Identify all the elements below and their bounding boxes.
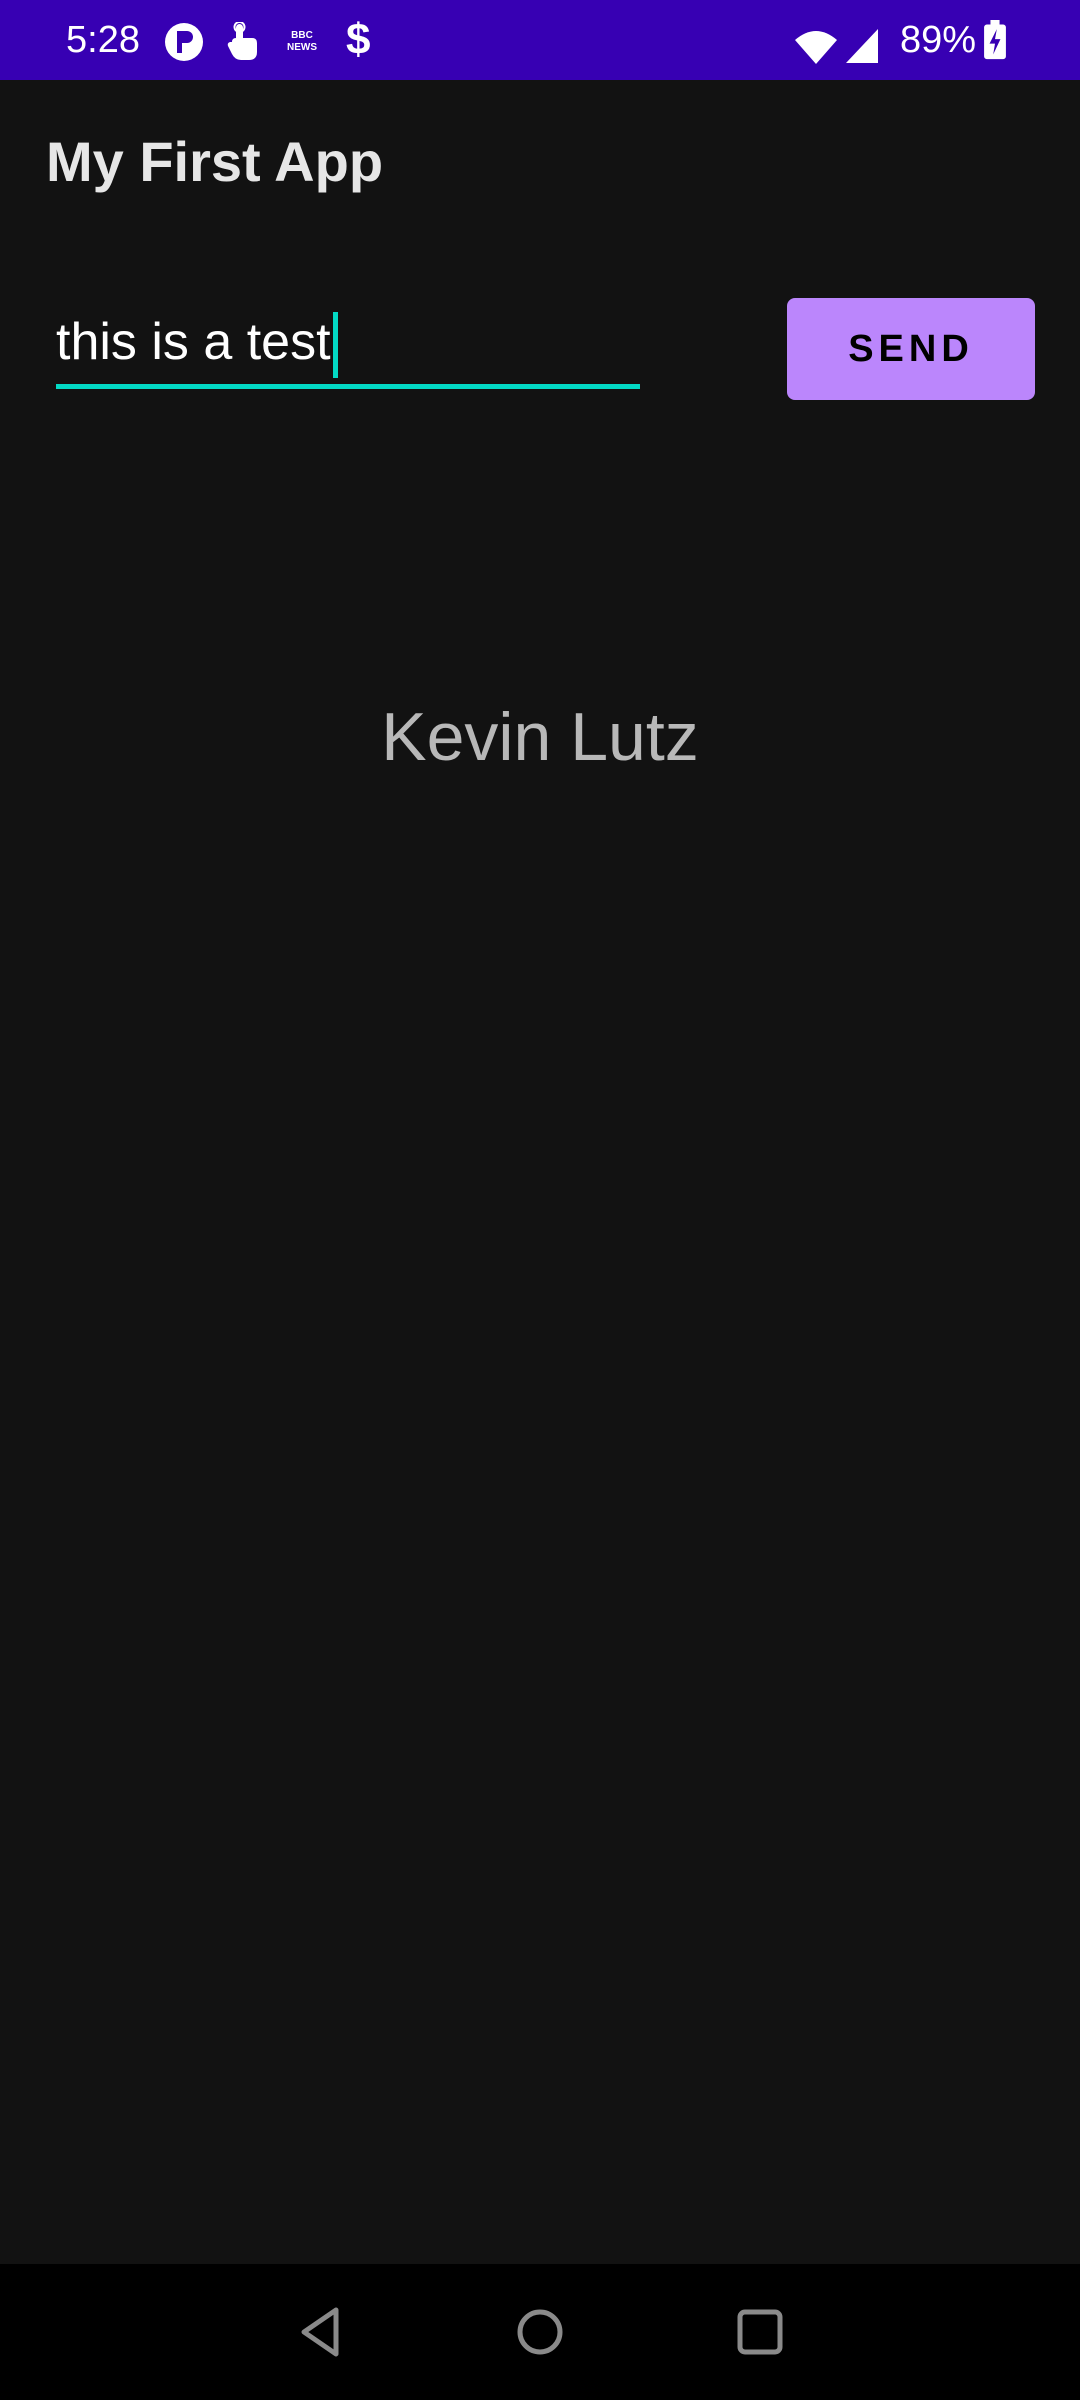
status-time: 5:28 [66,19,140,61]
cellular-signal-icon [846,29,878,63]
message-input[interactable]: this is a test [56,300,640,384]
message-input-value: this is a test [56,313,331,371]
bbc-news-label: BBC NEWS [287,30,317,53]
bbc-news-icon: BBC NEWS [284,30,324,56]
hand-touch-icon [227,22,257,60]
status-bar: 5:28 BBC NEWS $ 89% [0,0,1080,80]
text-cursor [332,312,338,379]
back-icon[interactable] [292,2302,352,2362]
input-underline [56,384,640,389]
app-screen: 5:28 BBC NEWS $ 89% My First App this is… [0,0,1080,2400]
home-icon[interactable] [510,2302,570,2362]
display-text: Kevin Lutz [381,699,699,775]
wifi-icon [795,31,837,64]
battery-percent: 89% [900,19,977,61]
message-input-field[interactable]: this is a test [56,300,640,392]
battery-charging-icon [984,20,1006,60]
recents-icon[interactable] [730,2302,790,2362]
circle-p-icon [165,23,203,61]
app-title: My First App [46,130,384,193]
dollar-icon: $ [346,15,371,64]
navigation-bar [0,2264,1080,2400]
send-button[interactable]: SEND [787,298,1035,400]
